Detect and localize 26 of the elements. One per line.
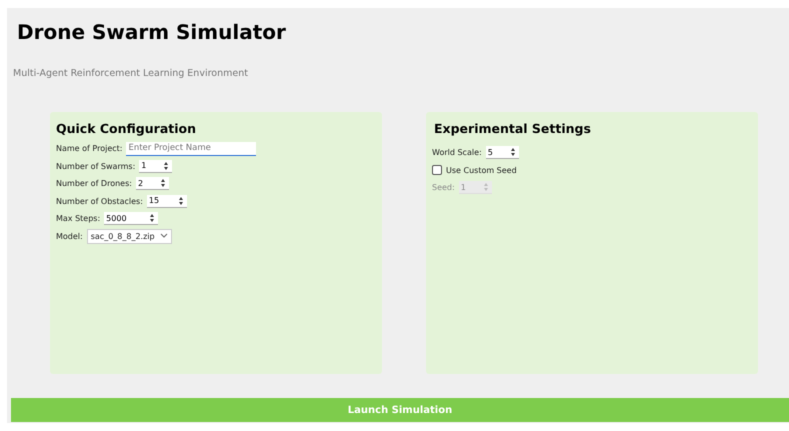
field-label: Name of Project: bbox=[56, 144, 122, 154]
field-label: Number of Obstacles: bbox=[56, 196, 143, 206]
spin-arrows-icon[interactable] bbox=[158, 177, 167, 190]
panel-title: Experimental Settings bbox=[434, 121, 591, 136]
app-subtitle: Multi-Agent Reinforcement Learning Environment bbox=[13, 68, 248, 79]
custom-seed-checkbox[interactable]: Use Custom Seed bbox=[432, 165, 517, 176]
field-label: Model: bbox=[56, 232, 83, 241]
field-label: Number of Drones: bbox=[56, 179, 132, 188]
app-title: Drone Swarm Simulator bbox=[17, 20, 286, 44]
chevron-down-icon bbox=[160, 233, 168, 240]
model-dropdown[interactable]: sac_0_8_8_2.zip bbox=[86, 228, 172, 244]
number-spinbox[interactable]: 1 bbox=[139, 160, 172, 173]
spin-arrows-icon[interactable] bbox=[162, 160, 170, 172]
number-spinbox[interactable]: 15 bbox=[146, 194, 187, 208]
spin-arrows-icon[interactable] bbox=[176, 194, 185, 207]
project-name-field[interactable]: Enter Project Name bbox=[126, 142, 256, 156]
number-spinbox[interactable]: 2 bbox=[136, 177, 169, 190]
field-label: Seed: bbox=[432, 183, 455, 192]
field-label: Max Steps: bbox=[56, 214, 100, 224]
number-spinbox[interactable]: 5000 bbox=[104, 212, 158, 226]
panel-title: Quick Configuration bbox=[56, 121, 196, 136]
number-spinbox[interactable]: 5 bbox=[486, 146, 519, 160]
field-label: Number of Swarms: bbox=[56, 162, 136, 171]
field-label: World Scale: bbox=[432, 148, 482, 158]
spin-arrows-icon[interactable] bbox=[508, 146, 517, 158]
spin-arrows-icon[interactable] bbox=[148, 212, 156, 224]
